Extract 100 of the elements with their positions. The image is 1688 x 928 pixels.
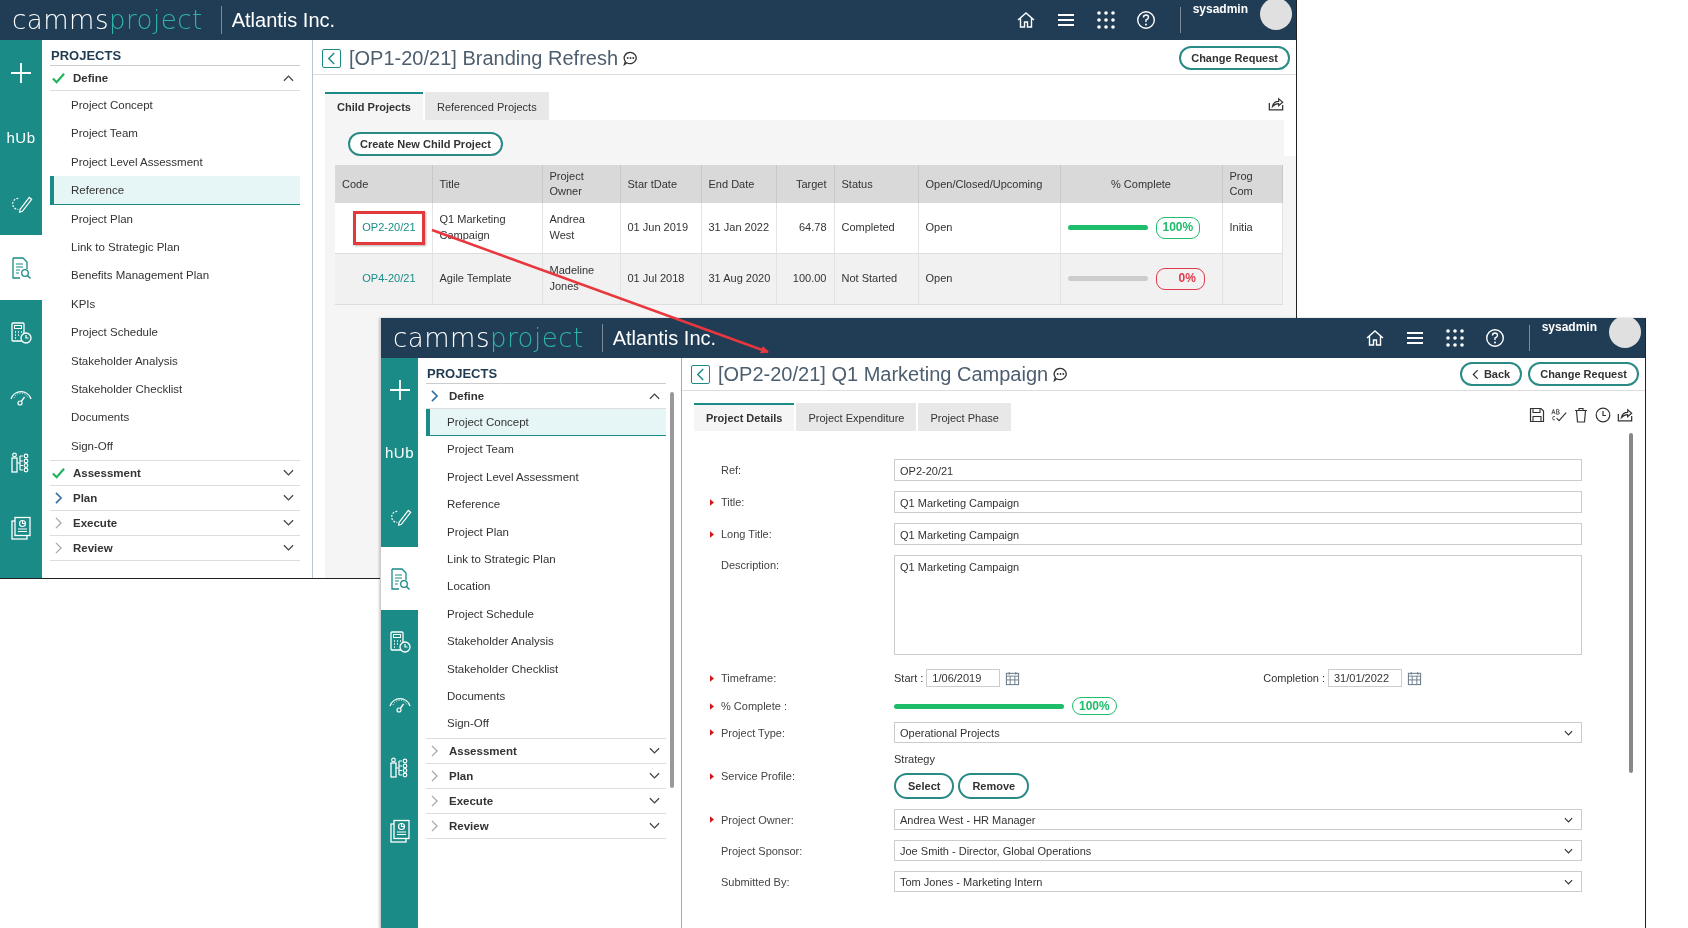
calculator-clock-icon[interactable] [9, 320, 33, 345]
text-field[interactable]: Q1 Marketing Campaign [894, 523, 1582, 545]
text-field[interactable]: Q1 Marketing Campaign [894, 491, 1582, 513]
app-grid-icon[interactable] [1095, 10, 1116, 30]
rail-item[interactable]: hUb [381, 421, 418, 484]
column-header[interactable]: Star tDate [620, 165, 701, 203]
share-icon[interactable] [1617, 407, 1633, 423]
tab[interactable]: Project Details [694, 403, 795, 431]
home-icon[interactable] [1364, 328, 1385, 348]
column-header[interactable]: Prog Com [1222, 165, 1282, 203]
comment-icon[interactable] [1053, 366, 1069, 382]
scrollbar[interactable] [670, 392, 674, 788]
sidebar-item[interactable]: Project Plan [426, 518, 666, 546]
sidebar-section[interactable]: Define [50, 66, 300, 91]
column-header[interactable]: Code [335, 165, 432, 203]
share-icon[interactable] [1268, 96, 1284, 112]
tab[interactable]: Project Phase [918, 403, 1011, 431]
sidebar-item[interactable]: Documents [426, 682, 666, 711]
sidebar-item[interactable]: Stakeholder Analysis [50, 346, 300, 375]
sidebar-item[interactable]: Location [426, 573, 666, 601]
calendar-icon[interactable] [1407, 670, 1422, 686]
sidebar-item[interactable]: Project Plan [50, 204, 300, 233]
home-icon[interactable] [1015, 10, 1036, 30]
user-name[interactable]: sysadmin [1541, 320, 1597, 334]
change-request-button[interactable]: Change Request [1179, 46, 1290, 70]
sidebar-section[interactable]: Plan [50, 486, 300, 512]
column-header[interactable]: Open/Closed/Upcoming [918, 165, 1060, 203]
report-icon[interactable] [9, 515, 33, 540]
column-header[interactable]: Target [776, 165, 834, 203]
tab[interactable]: Referenced Projects [424, 92, 549, 120]
sidebar-item[interactable]: Benefits Management Plan [50, 261, 300, 290]
sidebar-section[interactable]: Review [50, 536, 300, 562]
back-arrow-button[interactable] [322, 48, 341, 68]
column-header[interactable]: Title [432, 165, 542, 203]
report-icon[interactable] [387, 818, 412, 843]
select-button[interactable]: Select [894, 773, 955, 799]
user-avatar[interactable] [1609, 318, 1641, 348]
sidebar-item[interactable]: Reference [426, 491, 666, 519]
sidebar-item[interactable]: Stakeholder Checklist [50, 374, 300, 404]
document-search-icon[interactable] [9, 255, 33, 280]
change-request-button[interactable]: Change Request [1528, 362, 1639, 386]
sidebar-item[interactable]: Project Schedule [50, 318, 300, 347]
help-icon[interactable] [1135, 10, 1156, 30]
tab[interactable]: Project Expenditure [796, 403, 917, 431]
text-area[interactable]: Q1 Marketing Campaign [894, 555, 1582, 655]
plus-icon[interactable] [387, 377, 412, 402]
trash-icon[interactable] [1573, 407, 1589, 423]
remove-button[interactable]: Remove [958, 773, 1030, 799]
sidebar-section[interactable]: Execute [426, 788, 666, 814]
create-child-project-button[interactable]: Create New Child Project [348, 132, 503, 156]
sidebar-item[interactable]: Project Concept [50, 91, 300, 120]
sidebar-item[interactable]: Link to Strategic Plan [426, 545, 666, 574]
date-field[interactable]: 31/01/2022 [1328, 669, 1402, 687]
calculator-clock-icon[interactable] [387, 629, 412, 654]
sidebar-item[interactable]: Link to Strategic Plan [50, 232, 300, 262]
comment-icon[interactable] [623, 50, 639, 66]
sidebar-item[interactable]: Project Team [426, 436, 666, 464]
save-icon[interactable] [1529, 407, 1545, 423]
sidebar-item[interactable]: Sign-Off [50, 431, 300, 461]
hub-icon[interactable]: hUb [6, 129, 36, 146]
column-header[interactable]: Status [834, 165, 918, 203]
sidebar-item[interactable]: Reference [50, 176, 300, 205]
text-field[interactable]: OP2-20/21 [894, 459, 1582, 481]
sidebar-item[interactable]: KPIs [50, 289, 300, 319]
column-header[interactable]: Project Owner [542, 165, 620, 203]
hub-icon[interactable]: hUb [385, 444, 414, 461]
spell-check-icon[interactable] [1551, 407, 1567, 423]
sidebar-item[interactable]: Documents [50, 403, 300, 432]
sidebar-section[interactable]: Assessment [426, 737, 666, 764]
sidebar-item[interactable]: Sign-Off [426, 710, 666, 738]
back-arrow-button[interactable] [691, 364, 710, 384]
sidebar-item[interactable]: Stakeholder Checklist [426, 655, 666, 683]
back-button[interactable]: Back [1459, 362, 1523, 386]
highlighted-code-link[interactable]: OP2-20/21 [353, 211, 425, 245]
column-header[interactable]: End Date [701, 165, 776, 203]
app-grid-icon[interactable] [1444, 328, 1465, 348]
sidebar-section[interactable]: Plan [426, 763, 666, 789]
help-icon[interactable] [1484, 328, 1505, 348]
dropdown-field[interactable]: Andrea West - HR Manager [894, 809, 1582, 830]
date-field[interactable]: 1/06/2019 [926, 669, 1001, 687]
sidebar-section[interactable]: Execute [50, 511, 300, 537]
sidebar-section[interactable]: Review [426, 813, 666, 839]
sidebar-item[interactable]: Project Concept [426, 409, 666, 437]
dropdown-field[interactable]: Joe Smith - Director, Global Operations [894, 840, 1582, 861]
sidebar-item[interactable]: Project Level Assessment [426, 463, 666, 492]
user-avatar[interactable] [1260, 0, 1292, 30]
rail-item[interactable]: hUb [0, 105, 42, 170]
tab[interactable]: Child Projects [325, 92, 423, 120]
clock-icon[interactable] [1595, 407, 1611, 423]
sidebar-item[interactable]: Project Schedule [426, 600, 666, 629]
dropdown-field[interactable]: Operational Projects [894, 722, 1582, 743]
sidebar-item[interactable]: Project Team [50, 119, 300, 148]
sidebar-section[interactable]: Assessment [50, 460, 300, 487]
user-name[interactable]: sysadmin [1192, 2, 1248, 16]
sidebar-item[interactable]: Project Level Assessment [50, 147, 300, 177]
calendar-icon[interactable] [1005, 670, 1021, 686]
scrollbar[interactable] [1629, 433, 1633, 773]
column-header[interactable]: % Complete [1060, 165, 1222, 203]
sidebar-item[interactable]: Stakeholder Analysis [426, 628, 666, 656]
dropdown-field[interactable]: Tom Jones - Marketing Intern [894, 871, 1582, 892]
